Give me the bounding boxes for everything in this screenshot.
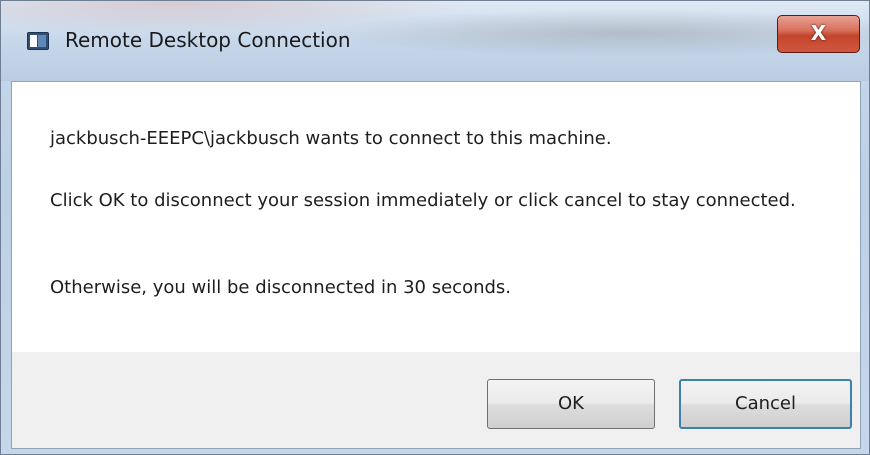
message-timeout: Otherwise, you will be disconnected in 3… [50,277,512,298]
close-icon: X [810,21,827,45]
cancel-button[interactable]: Cancel [679,379,852,429]
message-instructions: Click OK to disconnect your session imme… [50,190,796,211]
title-bar[interactable]: Remote Desktop Connection X [1,1,869,81]
message-connect-request: jackbusch-EEEPC\jackbusch wants to conne… [50,128,612,149]
ok-button[interactable]: OK [487,379,655,429]
dialog-content: jackbusch-EEEPC\jackbusch wants to conne… [11,81,861,449]
window-title: Remote Desktop Connection [65,28,351,52]
button-bar: OK Cancel [12,352,860,448]
dialog-window: Remote Desktop Connection X jackbusch-EE… [0,0,870,455]
remote-desktop-icon [27,32,49,50]
close-button[interactable]: X [777,15,860,53]
